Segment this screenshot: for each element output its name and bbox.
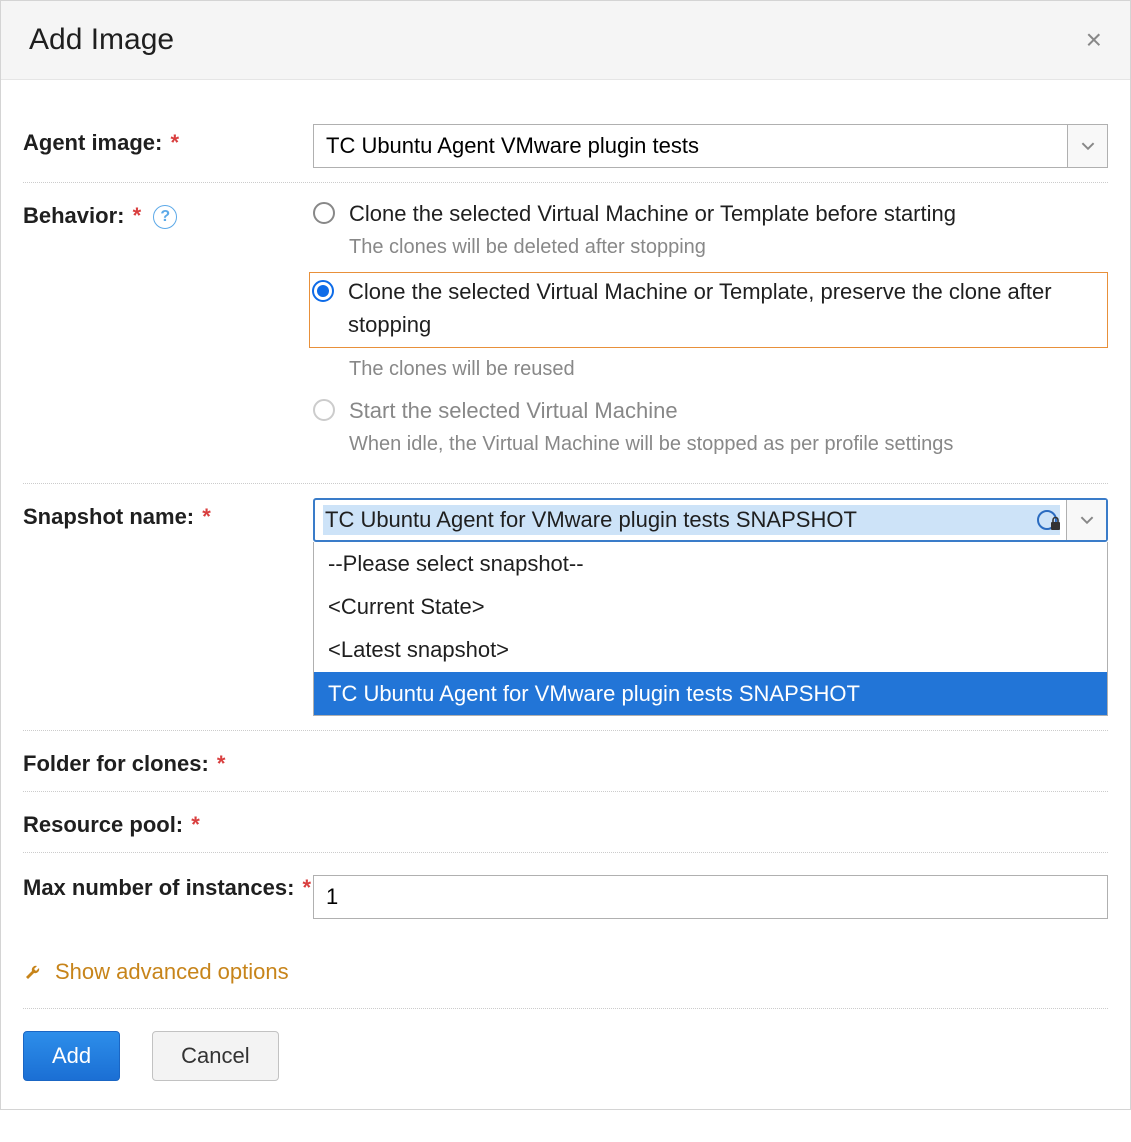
radio-item-clone-preserve: Clone the selected Virtual Machine or Te…: [309, 272, 1108, 348]
snapshot-select-wrap: TC Ubuntu Agent for VMware plugin tests …: [313, 498, 1108, 716]
label-text: Snapshot name:: [23, 504, 194, 529]
advanced-link-text: Show advanced options: [55, 959, 289, 985]
required-marker: *: [211, 751, 226, 776]
required-marker: *: [164, 130, 179, 155]
radio-item-start-vm: Start the selected Virtual Machine When …: [313, 394, 1108, 459]
row-resource-pool: Resource pool: *: [23, 792, 1108, 853]
max-instances-input[interactable]: [313, 875, 1108, 919]
wrench-icon: [23, 962, 43, 982]
row-behavior: Behavior: * ? Clone the selected Virtual…: [23, 183, 1108, 484]
radio-clone-delete[interactable]: Clone the selected Virtual Machine or Te…: [313, 197, 1108, 230]
add-button[interactable]: Add: [23, 1031, 120, 1081]
close-icon[interactable]: ×: [1086, 26, 1102, 54]
radio-input[interactable]: [313, 202, 335, 224]
required-marker: *: [185, 812, 200, 837]
row-snapshot-name: Snapshot name: * TC Ubuntu Agent for VMw…: [23, 484, 1108, 731]
dropdown-item-named-snapshot[interactable]: TC Ubuntu Agent for VMware plugin tests …: [314, 672, 1107, 715]
radio-item-clone-delete: Clone the selected Virtual Machine or Te…: [313, 197, 1108, 262]
required-marker: *: [196, 504, 211, 529]
lock-icon: [1036, 507, 1062, 533]
row-agent-image: Agent image: *: [23, 110, 1108, 183]
radio-hint: The clones will be reused: [349, 354, 1108, 384]
chevron-down-icon[interactable]: [1067, 125, 1107, 167]
dialog-footer: Add Cancel: [23, 1009, 1108, 1081]
row-folder-clones: Folder for clones: *: [23, 731, 1108, 792]
row-max-instances: Max number of instances: *: [23, 853, 1108, 941]
label-agent-image: Agent image: *: [23, 124, 313, 156]
agent-image-select[interactable]: [313, 124, 1108, 168]
help-icon[interactable]: ?: [153, 205, 177, 229]
label-behavior: Behavior: * ?: [23, 197, 313, 229]
radio-label: Clone the selected Virtual Machine or Te…: [349, 197, 956, 230]
label-max-instances: Max number of instances: *: [23, 875, 313, 901]
show-advanced-options-link[interactable]: Show advanced options: [23, 959, 289, 985]
snapshot-dropdown: --Please select snapshot-- <Current Stat…: [313, 542, 1108, 716]
required-marker: *: [296, 875, 311, 900]
behavior-radio-group: Clone the selected Virtual Machine or Te…: [313, 197, 1108, 469]
dropdown-item-current-state[interactable]: <Current State>: [314, 585, 1107, 628]
radio-label: Clone the selected Virtual Machine or Te…: [348, 275, 1101, 341]
radio-label: Start the selected Virtual Machine: [349, 394, 678, 427]
dialog-body: Agent image: * Behavior: * ?: [1, 80, 1130, 1109]
radio-input: [313, 399, 335, 421]
radio-input[interactable]: [312, 280, 334, 302]
row-advanced-options: Show advanced options: [23, 941, 1108, 1009]
cancel-button[interactable]: Cancel: [152, 1031, 278, 1081]
label-text: Resource pool:: [23, 812, 183, 837]
snapshot-value: TC Ubuntu Agent for VMware plugin tests …: [323, 505, 1060, 535]
required-marker: *: [126, 203, 141, 228]
radio-start-vm: Start the selected Virtual Machine: [313, 394, 1108, 427]
dropdown-item-latest-snapshot[interactable]: <Latest snapshot>: [314, 628, 1107, 671]
label-text: Agent image:: [23, 130, 162, 155]
add-image-dialog: Add Image × Agent image: * Behavior: *: [0, 0, 1131, 1110]
snapshot-input-area[interactable]: TC Ubuntu Agent for VMware plugin tests …: [315, 500, 1066, 540]
agent-image-input[interactable]: [314, 125, 1067, 167]
label-resource-pool: Resource pool: *: [23, 806, 313, 838]
label-text: Max number of instances:: [23, 875, 294, 900]
radio-clone-preserve[interactable]: Clone the selected Virtual Machine or Te…: [312, 275, 1101, 341]
radio-hint: When idle, the Virtual Machine will be s…: [349, 429, 1108, 459]
dropdown-item-placeholder[interactable]: --Please select snapshot--: [314, 542, 1107, 585]
radio-hint: The clones will be deleted after stoppin…: [349, 232, 1108, 262]
label-text: Folder for clones:: [23, 751, 209, 776]
label-snapshot-name: Snapshot name: *: [23, 498, 313, 530]
chevron-down-icon[interactable]: [1066, 500, 1106, 540]
dialog-title: Add Image: [29, 23, 174, 57]
dialog-header: Add Image ×: [1, 1, 1130, 80]
snapshot-select[interactable]: TC Ubuntu Agent for VMware plugin tests …: [313, 498, 1108, 542]
label-text: Behavior:: [23, 203, 124, 228]
label-folder-clones: Folder for clones: *: [23, 745, 313, 777]
